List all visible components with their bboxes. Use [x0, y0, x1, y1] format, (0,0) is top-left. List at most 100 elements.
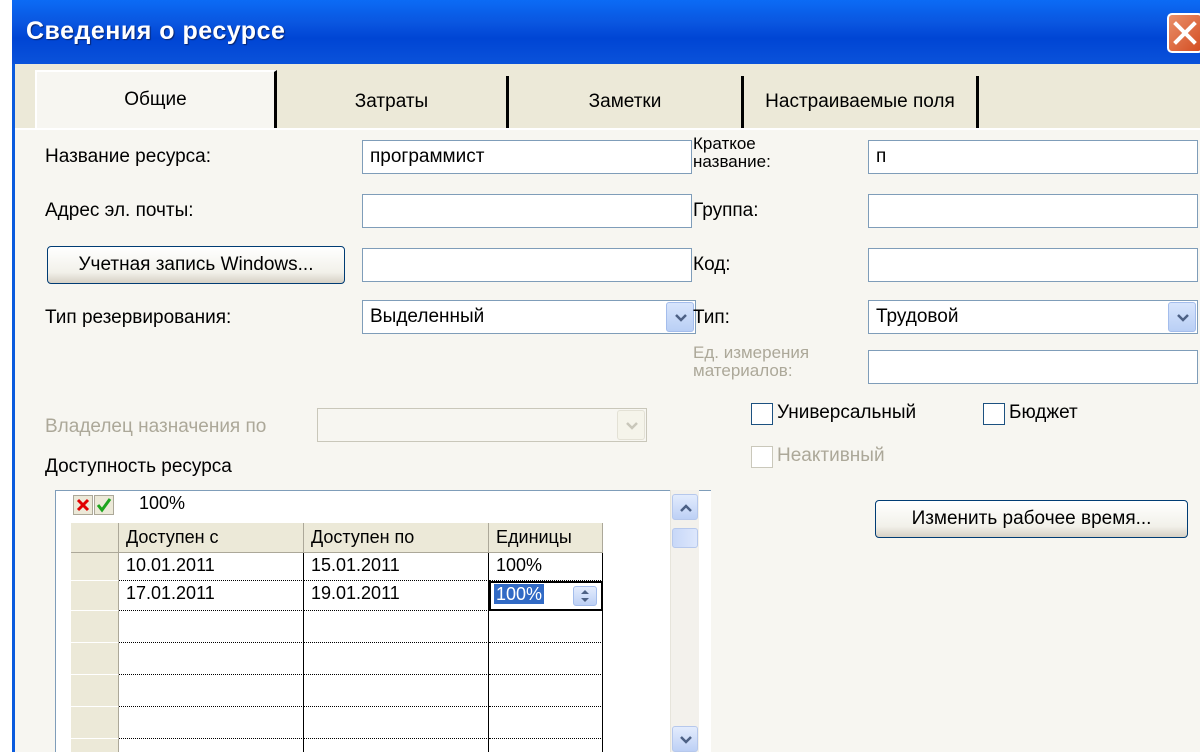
row-header[interactable]	[71, 675, 119, 707]
cell-units[interactable]: 100%	[489, 553, 603, 581]
resource-info-dialog: Сведения о ресурсе Общие Затраты Заметки…	[12, 0, 1200, 752]
row-header[interactable]	[71, 581, 119, 611]
column-header-units[interactable]: Единицы	[489, 523, 603, 553]
spinner-arrows-icon	[581, 590, 589, 602]
generic-checkbox[interactable]	[751, 403, 773, 425]
cell-available-from[interactable]	[119, 675, 304, 707]
cell-available-to[interactable]	[304, 611, 489, 643]
row-header[interactable]	[71, 707, 119, 739]
cell-units[interactable]	[489, 611, 603, 643]
row-header[interactable]	[71, 643, 119, 675]
material-unit-field	[868, 350, 1198, 384]
type-dropdown-button[interactable]	[1168, 302, 1196, 332]
chevron-down-icon	[680, 736, 692, 744]
short-name-label-line1: Краткое	[693, 134, 756, 153]
material-unit-label-line2: материалов:	[693, 361, 793, 380]
row-header[interactable]	[71, 739, 119, 752]
short-name-field[interactable]: п	[868, 140, 1198, 174]
cell-available-from[interactable]	[119, 739, 304, 752]
resource-name-label: Название ресурса:	[45, 146, 212, 167]
resource-name-field[interactable]: программист	[362, 140, 692, 174]
type-select[interactable]: Трудовой	[868, 300, 1198, 334]
cell-available-from[interactable]	[119, 643, 304, 675]
row-header[interactable]	[71, 553, 119, 581]
assignment-owner-select	[317, 408, 647, 442]
title-bar[interactable]: Сведения о ресурсе	[12, 0, 1200, 64]
tab-general-label: Общие	[124, 89, 187, 110]
short-name-label-line2: название:	[693, 152, 771, 171]
generic-label: Универсальный	[777, 402, 917, 423]
column-header-available-to[interactable]: Доступен по	[304, 523, 489, 553]
tab-notes-label: Заметки	[588, 91, 662, 112]
cell-available-to[interactable]: 19.01.2011	[304, 581, 489, 611]
cell-available-from[interactable]: 17.01.2011	[119, 581, 304, 611]
grid-corner-header	[71, 523, 119, 553]
scroll-down-button[interactable]	[672, 726, 698, 752]
code-label: Код:	[693, 254, 731, 275]
close-button[interactable]	[1167, 13, 1200, 53]
change-working-time-button[interactable]: Изменить рабочее время...	[875, 500, 1188, 538]
short-name-label: Краткое название:	[693, 135, 771, 171]
group-field[interactable]	[868, 194, 1198, 228]
cell-available-to[interactable]	[304, 643, 489, 675]
assignment-owner-label: Владелец назначения по	[45, 416, 267, 437]
windows-account-button[interactable]: Учетная запись Windows...	[47, 246, 345, 284]
material-unit-label-line1: Ед. измерения	[693, 343, 810, 362]
inactive-checkbox	[751, 446, 773, 468]
booking-type-value: Выделенный	[370, 306, 485, 327]
inactive-label: Неактивный	[777, 445, 885, 466]
availability-grid[interactable]: 100% Доступен с Доступен по Единицы 10.0…	[55, 490, 711, 752]
chevron-down-icon	[675, 314, 687, 322]
column-header-available-from[interactable]: Доступен с	[119, 523, 304, 553]
grid-edit-bar: 100%	[56, 491, 676, 519]
cell-available-to[interactable]	[304, 739, 489, 752]
cell-units-editing[interactable]: 100%	[489, 581, 603, 611]
budget-checkbox[interactable]	[983, 403, 1005, 425]
group-label: Группа:	[693, 200, 759, 221]
email-label: Адрес эл. почты:	[45, 200, 194, 221]
dialog-title: Сведения о ресурсе	[26, 17, 286, 45]
units-spinner[interactable]	[573, 586, 597, 606]
accept-edit-icon[interactable]	[94, 495, 114, 515]
email-field[interactable]	[362, 194, 692, 228]
cell-available-from[interactable]: 10.01.2011	[119, 553, 304, 581]
cell-available-from[interactable]	[119, 707, 304, 739]
tab-strip: Общие Затраты Заметки Настраиваемые поля	[15, 64, 1200, 128]
chevron-down-icon	[626, 422, 638, 430]
cell-units[interactable]	[489, 707, 603, 739]
cell-available-to[interactable]	[304, 675, 489, 707]
tab-custom-fields[interactable]: Настраиваемые поля	[741, 76, 979, 128]
row-header[interactable]	[71, 611, 119, 643]
dialog-body: Общие Затраты Заметки Настраиваемые поля…	[15, 64, 1200, 752]
cell-available-to[interactable]: 15.01.2011	[304, 553, 489, 581]
tab-notes[interactable]: Заметки	[509, 76, 741, 128]
cell-units-selected-value: 100%	[494, 584, 545, 604]
booking-type-select[interactable]: Выделенный	[362, 300, 696, 334]
scroll-thumb[interactable]	[672, 528, 698, 548]
budget-label: Бюджет	[1009, 402, 1078, 423]
windows-account-button-label: Учетная запись Windows...	[78, 254, 314, 275]
scroll-up-button[interactable]	[672, 494, 698, 520]
type-label: Тип:	[693, 307, 730, 328]
chevron-up-icon	[680, 504, 692, 512]
availability-label: Доступность ресурса	[45, 456, 232, 477]
cell-units[interactable]	[489, 643, 603, 675]
tab-costs[interactable]: Затраты	[277, 76, 509, 128]
grid-vertical-scrollbar[interactable]	[670, 490, 699, 752]
booking-type-dropdown-button[interactable]	[666, 302, 694, 332]
tab-general[interactable]: Общие	[35, 70, 277, 128]
assignment-owner-dropdown-button	[617, 410, 645, 440]
cancel-edit-icon[interactable]	[73, 495, 93, 515]
cell-available-from[interactable]	[119, 611, 304, 643]
cell-units[interactable]	[489, 675, 603, 707]
close-icon	[1173, 21, 1197, 45]
type-value: Трудовой	[876, 306, 959, 327]
cell-available-to[interactable]	[304, 707, 489, 739]
grid-edit-value[interactable]: 100%	[139, 493, 185, 514]
chevron-down-icon	[1177, 314, 1189, 322]
windows-account-field[interactable]	[362, 248, 692, 282]
code-field[interactable]	[868, 248, 1198, 282]
cell-units[interactable]	[489, 739, 603, 752]
tab-custom-fields-label: Настраиваемые поля	[765, 91, 955, 112]
material-unit-label: Ед. измерения материалов:	[693, 344, 809, 380]
